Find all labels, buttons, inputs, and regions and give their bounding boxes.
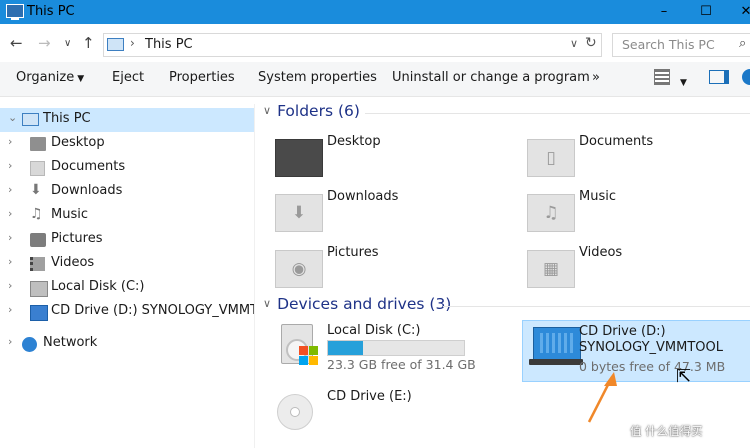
annotation-arrow [587,372,617,423]
arrow-head [604,372,617,386]
mouse-cursor-icon: ⇱ [676,366,692,387]
watermark: 值 什么值得买 [630,424,703,438]
